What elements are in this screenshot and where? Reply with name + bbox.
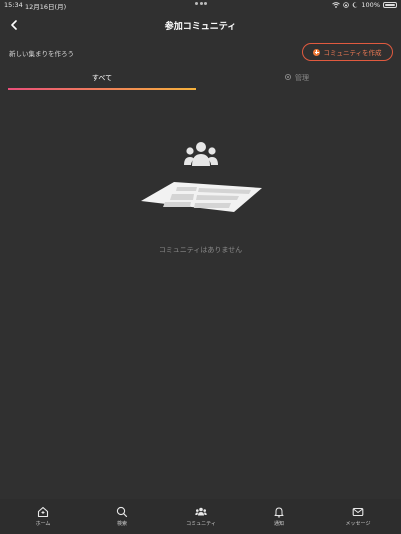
nav-messages[interactable]: メッセージ bbox=[328, 506, 388, 532]
tab-manage[interactable]: 管理 bbox=[200, 68, 393, 90]
nav-home-label: ホーム bbox=[35, 521, 51, 527]
nav-search[interactable]: 検索 bbox=[92, 506, 152, 532]
nav-community-label: コミュニティ bbox=[186, 521, 216, 527]
create-community-label: コミュニティを作成 bbox=[323, 49, 382, 57]
wifi-icon bbox=[332, 2, 341, 8]
empty-document-icon bbox=[141, 182, 262, 212]
nav-community[interactable]: コミュニティ bbox=[171, 506, 231, 532]
nav-home[interactable]: ホーム bbox=[13, 506, 73, 532]
gear-icon bbox=[284, 73, 292, 81]
battery-percent: 100% bbox=[361, 1, 380, 9]
nav-notifications[interactable]: 通知 bbox=[249, 506, 309, 532]
tab-all-label: すべて bbox=[91, 74, 113, 82]
nav-header: 参加コミュニティ bbox=[0, 11, 401, 39]
people-group-icon bbox=[184, 142, 218, 166]
moon-icon bbox=[353, 2, 358, 8]
status-indicators: 100% bbox=[332, 1, 397, 9]
empty-community-illustration bbox=[141, 142, 262, 212]
nav-messages-label: メッセージ bbox=[345, 521, 371, 527]
tab-manage-label: 管理 bbox=[295, 74, 309, 82]
community-icon bbox=[195, 507, 207, 516]
nav-search-label: 検索 bbox=[116, 521, 127, 527]
bell-icon bbox=[274, 507, 284, 518]
subheader-text: 新しい集まりを作ろう bbox=[9, 50, 74, 58]
status-bar: 15:34 12月16日(月) 100% bbox=[0, 0, 401, 11]
bottom-nav: ホーム 検索 コミュニティ 通知 メッセージ bbox=[0, 499, 401, 534]
active-tab-indicator bbox=[8, 88, 196, 90]
tab-all[interactable]: すべて bbox=[8, 68, 196, 90]
page-title: 参加コミュニティ bbox=[164, 22, 237, 32]
status-date: 12月16日(月) bbox=[25, 3, 67, 11]
search-icon bbox=[116, 506, 128, 518]
home-icon bbox=[37, 506, 49, 518]
lock-rotation-icon bbox=[343, 2, 350, 8]
mail-icon bbox=[352, 507, 364, 517]
battery-icon bbox=[383, 2, 397, 8]
nav-notifications-label: 通知 bbox=[273, 521, 284, 527]
plus-circle-icon bbox=[313, 48, 321, 56]
empty-state-message: コミュニティはありません bbox=[158, 246, 243, 254]
multitasking-dots-icon[interactable] bbox=[195, 2, 207, 5]
status-time: 15:34 bbox=[4, 1, 23, 9]
create-community-button[interactable]: コミュニティを作成 bbox=[302, 43, 393, 61]
tab-bar: すべて 管理 bbox=[0, 68, 401, 90]
